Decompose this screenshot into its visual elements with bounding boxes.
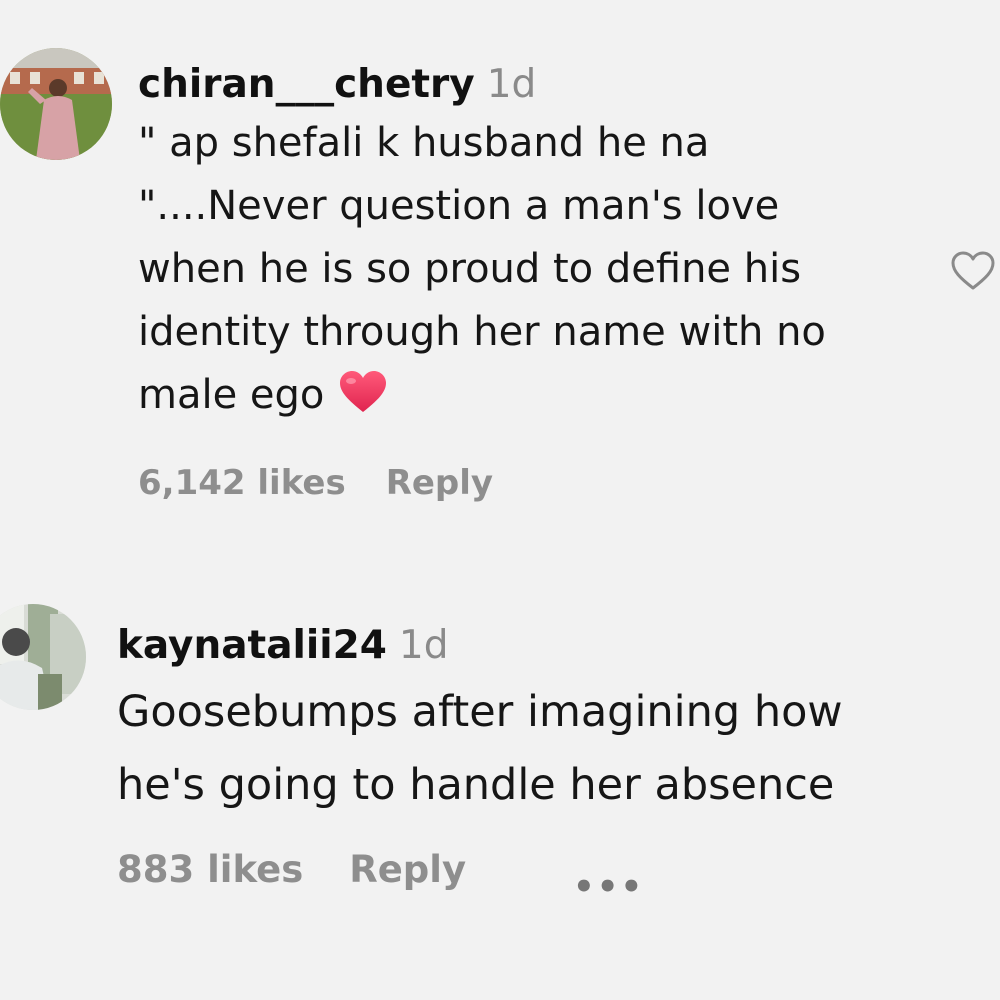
comment-text-line: identity through her name with no (138, 309, 826, 355)
comment-text: Goosebumps after imagining how he's goin… (117, 676, 843, 822)
comment-actions: 6,142 likes Reply (138, 463, 826, 503)
comment-header: chiran___chetry 1d (138, 58, 826, 112)
comment-header: kaynatalii24 1d (117, 616, 843, 676)
comment-timestamp: 1d (398, 623, 449, 668)
heart-outline-icon[interactable] (950, 250, 996, 292)
reply-button[interactable]: Reply (349, 848, 466, 891)
comment-text-line: when he is so proud to define his (138, 246, 802, 292)
comment-text-line: "....Never question a man's love (138, 183, 780, 229)
comment-item: kaynatalii24 1d Goosebumps after imaginin… (0, 560, 1000, 1000)
avatar[interactable] (0, 48, 112, 160)
avatar-image (0, 604, 86, 710)
more-options-icon[interactable]: ••• (573, 870, 644, 904)
comment-text-line-with-emoji: male ego (138, 364, 826, 427)
reply-button[interactable]: Reply (386, 463, 493, 503)
likes-count[interactable]: 883 likes (117, 848, 303, 891)
comment-timestamp: 1d (486, 62, 537, 107)
comment-actions: 883 likes Reply (117, 848, 843, 891)
comment-body: kaynatalii24 1d Goosebumps after imaginin… (117, 616, 843, 891)
heart-emoji (338, 370, 388, 414)
comment-text-line: Goosebumps after imagining how (117, 687, 843, 737)
comment-body: chiran___chetry 1d " ap shefali k husband… (138, 58, 826, 503)
comment-text-line: " ap shefali k husband he na (138, 120, 710, 166)
comment-text-fragment: male ego (138, 372, 325, 418)
comment-text-line: he's going to handle her absence (117, 760, 835, 810)
likes-count[interactable]: 6,142 likes (138, 463, 346, 503)
comment-text: " ap shefali k husband he na "....Never … (138, 112, 826, 427)
comment-item: chiran___chetry 1d " ap shefali k husband… (0, 0, 1000, 540)
avatar-image (0, 48, 112, 160)
avatar[interactable] (0, 604, 86, 710)
username-link[interactable]: chiran___chetry (138, 62, 475, 107)
username-link[interactable]: kaynatalii24 (117, 623, 387, 668)
